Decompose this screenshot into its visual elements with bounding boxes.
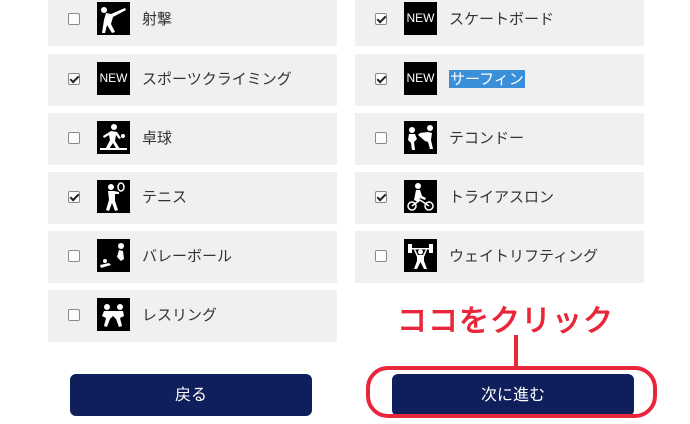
sport-label: スケートボード (449, 10, 555, 28)
annotation-callout: ココをクリック (397, 304, 614, 339)
checkbox-shooting[interactable] (68, 13, 80, 25)
shooting-icon (97, 2, 130, 35)
new-badge-text: NEW (406, 11, 435, 25)
taekwondo-icon (404, 121, 437, 154)
sport-row-tennis[interactable]: テニス (48, 172, 337, 224)
sport-row-taekwondo[interactable]: テコンドー (355, 113, 644, 165)
checkbox-skateboarding[interactable] (375, 13, 387, 25)
checkbox-triathlon[interactable] (375, 191, 387, 203)
new-badge-text: NEW (406, 71, 435, 85)
sport-label: スポーツクライミング (142, 70, 292, 88)
sport-label: テニス (142, 188, 188, 206)
triathlon-icon (404, 180, 437, 213)
sport-row-sport-climbing[interactable]: NEW スポーツクライミング (48, 54, 337, 106)
back-button[interactable]: 戻る (70, 374, 312, 416)
new-badge-icon: NEW (97, 62, 130, 95)
new-badge-text: NEW (99, 71, 128, 85)
checkbox-sport-climbing[interactable] (68, 73, 80, 85)
volleyball-icon (97, 239, 130, 272)
sport-row-triathlon[interactable]: トライアスロン (355, 172, 644, 224)
sport-row-wrestling[interactable]: レスリング (48, 290, 337, 342)
sport-row-surfing[interactable]: NEW サーフィン (355, 54, 644, 106)
sport-row-skateboarding[interactable]: NEW スケートボード (355, 0, 644, 46)
sport-row-weightlifting[interactable]: ウェイトリフティング (355, 231, 644, 283)
sport-label: ウェイトリフティング (449, 247, 599, 265)
annotation-pointer-line (514, 335, 518, 367)
new-badge-icon: NEW (404, 62, 437, 95)
checkbox-tennis[interactable] (68, 191, 80, 203)
sport-label: トライアスロン (449, 188, 555, 206)
sport-row-shooting[interactable]: 射撃 (48, 0, 337, 46)
sport-label: 射撃 (142, 10, 173, 28)
sport-row-volleyball[interactable]: バレーボール (48, 231, 337, 283)
checkbox-volleyball[interactable] (68, 250, 80, 262)
checkbox-weightlifting[interactable] (375, 250, 387, 262)
checkbox-taekwondo[interactable] (375, 132, 387, 144)
sport-label: レスリング (142, 306, 218, 324)
sport-label: 卓球 (142, 129, 173, 147)
wrestling-icon (97, 298, 130, 331)
checkbox-surfing[interactable] (375, 73, 387, 85)
table-tennis-icon (97, 121, 130, 154)
checkbox-wrestling[interactable] (68, 309, 80, 321)
weightlifting-icon (404, 239, 437, 272)
checkbox-table-tennis[interactable] (68, 132, 80, 144)
sport-row-table-tennis[interactable]: 卓球 (48, 113, 337, 165)
sport-label: テコンドー (449, 129, 525, 147)
tennis-icon (97, 180, 130, 213)
sport-label: バレーボール (142, 247, 233, 265)
annotation-highlight-ring (366, 366, 657, 418)
sport-label-selected-text: サーフィン (449, 70, 525, 88)
new-badge-icon: NEW (404, 2, 437, 35)
